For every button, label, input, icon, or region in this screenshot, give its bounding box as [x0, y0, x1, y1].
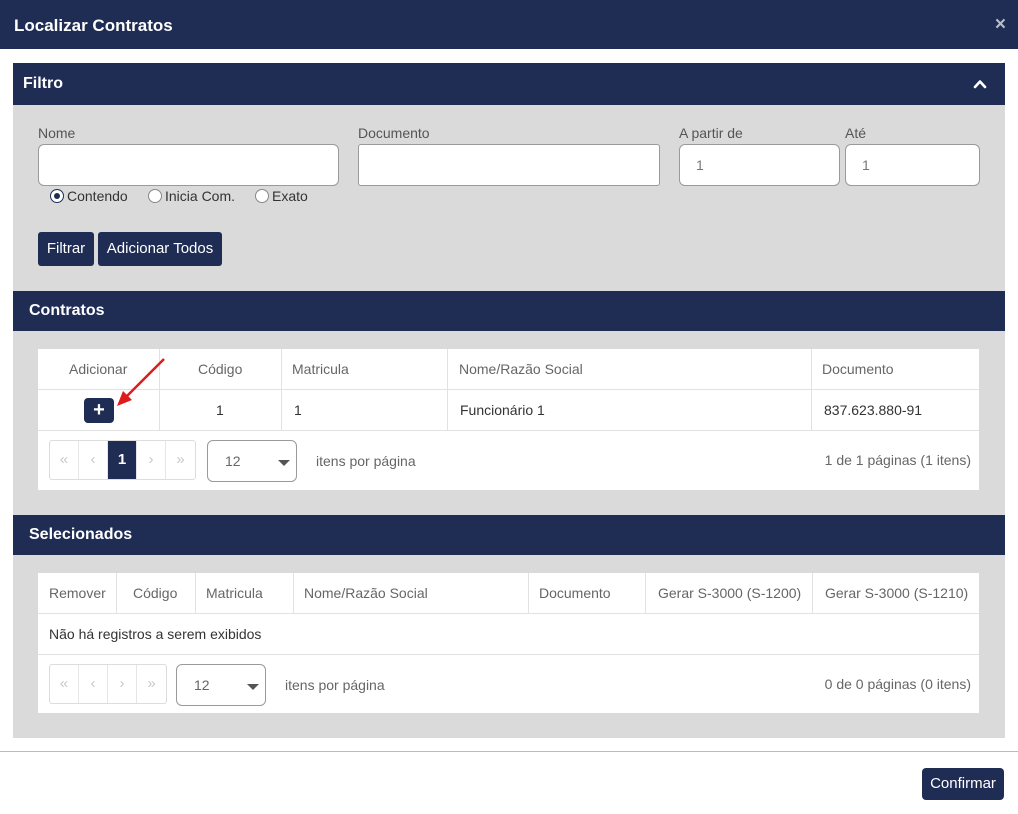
first-page-button[interactable]: « [50, 441, 79, 479]
contratos-header-row: Adicionar Código Matricula Nome/Razão So… [38, 349, 979, 390]
documento-input[interactable] [358, 144, 660, 186]
radio-exato[interactable]: Exato [255, 188, 308, 204]
column-divider [528, 573, 529, 614]
selecionados-header-row: Remover Código Matricula Nome/Razão Soci… [38, 573, 979, 614]
nome-label: Nome [38, 125, 76, 141]
column-divider [645, 573, 646, 614]
contratos-pager: « ‹ 1 › » 12 itens por página 1 de 1 pág… [38, 432, 979, 490]
radio-unselected-icon [148, 189, 162, 203]
filtrar-button[interactable]: Filtrar [38, 232, 94, 266]
cell-documento: 837.623.880-91 [824, 402, 923, 418]
chevron-up-icon[interactable] [973, 77, 987, 91]
prev-page-button[interactable]: ‹ [79, 441, 108, 479]
page-size-value: 12 [225, 453, 241, 469]
nome-input[interactable] [38, 144, 339, 186]
pagination-buttons: « ‹ › » [49, 664, 167, 704]
cell-codigo: 1 [216, 402, 224, 418]
annotation-arrow-icon [117, 358, 165, 406]
documento-label: Documento [358, 125, 430, 141]
per-page-label: itens por página [285, 677, 385, 693]
page-size-select[interactable]: 12 [176, 664, 266, 706]
prev-page-button[interactable]: ‹ [79, 665, 108, 703]
col-documento[interactable]: Documento [528, 573, 611, 614]
selecionados-grid: Remover Código Matricula Nome/Razão Soci… [38, 573, 979, 713]
contratos-grid: Adicionar Código Matricula Nome/Razão So… [38, 349, 979, 490]
pager-info: 0 de 0 páginas (0 itens) [824, 676, 971, 692]
column-divider [812, 573, 813, 614]
radio-contendo[interactable]: Contendo [50, 188, 128, 204]
ate-input[interactable] [845, 144, 980, 186]
table-row: + 1 1 Funcionário 1 837.623.880-91 [38, 390, 979, 431]
first-page-button[interactable]: « [50, 665, 79, 703]
next-page-button[interactable]: › [137, 441, 166, 479]
col-gerar-s1210[interactable]: Gerar S-3000 (S-1210) [814, 573, 968, 614]
selecionados-pager: « ‹ › » 12 itens por página 0 de 0 págin… [38, 656, 979, 714]
dialog-title-bar: Localizar Contratos × [0, 0, 1018, 49]
col-documento[interactable]: Documento [811, 349, 894, 390]
col-nome[interactable]: Nome/Razão Social [293, 573, 428, 614]
contratos-section-header: Contratos [13, 291, 1005, 331]
radio-unselected-icon [255, 189, 269, 203]
a-partir-input[interactable] [679, 144, 840, 186]
col-codigo[interactable]: Código [122, 573, 177, 614]
a-partir-label: A partir de [679, 125, 743, 141]
filtro-section-header[interactable]: Filtro [13, 63, 1005, 105]
adicionar-todos-button[interactable]: Adicionar Todos [98, 232, 222, 266]
close-icon[interactable]: × [995, 15, 1006, 34]
radio-selected-icon [50, 189, 64, 203]
dropdown-caret-icon [278, 460, 290, 466]
selecionados-section-header: Selecionados [13, 515, 1005, 555]
col-nome[interactable]: Nome/Razão Social [448, 349, 583, 390]
footer-divider [0, 751, 1018, 752]
column-divider [116, 573, 117, 614]
page-size-value: 12 [194, 677, 210, 693]
ate-label: Até [845, 125, 867, 141]
per-page-label: itens por página [316, 453, 416, 469]
page-size-select[interactable]: 12 [207, 440, 297, 482]
last-page-button[interactable]: » [166, 441, 195, 479]
last-page-button[interactable]: » [137, 665, 166, 703]
column-divider [293, 573, 294, 614]
pager-info: 1 de 1 páginas (1 itens) [824, 452, 971, 468]
cell-nome: Funcionário 1 [460, 402, 545, 418]
next-page-button[interactable]: › [108, 665, 137, 703]
dropdown-caret-icon [247, 684, 259, 690]
dialog-title: Localizar Contratos [14, 16, 173, 35]
radio-inicia-com[interactable]: Inicia Com. [148, 188, 235, 204]
col-gerar-s1200[interactable]: Gerar S-3000 (S-1200) [647, 573, 801, 614]
cell-matricula: 1 [294, 402, 302, 418]
confirmar-button[interactable]: Confirmar [922, 768, 1004, 800]
empty-message: Não há registros a serem exibidos [49, 626, 262, 642]
pagination-buttons: « ‹ 1 › » [49, 440, 196, 480]
empty-row: Não há registros a serem exibidos [38, 614, 979, 655]
selecionados-title: Selecionados [29, 526, 133, 543]
col-matricula[interactable]: Matricula [281, 349, 349, 390]
column-divider [195, 573, 196, 614]
page-1-button[interactable]: 1 [108, 441, 137, 479]
col-codigo[interactable]: Código [187, 349, 242, 390]
col-remover[interactable]: Remover [38, 573, 106, 614]
contratos-title: Contratos [29, 302, 105, 319]
filtro-title: Filtro [23, 75, 63, 92]
col-matricula[interactable]: Matricula [195, 573, 263, 614]
